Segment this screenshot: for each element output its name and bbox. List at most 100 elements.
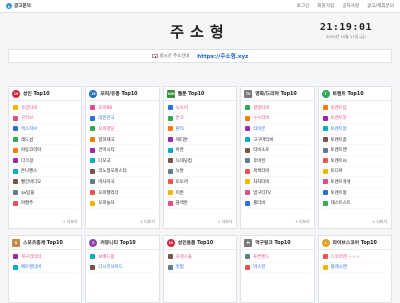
site-list-item[interactable]: 토렌트좀 xyxy=(322,135,387,146)
site-name: 뉴튠 xyxy=(175,169,184,175)
site-list-item[interactable]: 테스트스트 xyxy=(322,198,387,209)
site-list-item[interactable]: 툰코 xyxy=(167,114,233,125)
card-header[interactable]: T 토렌트 Top10 xyxy=(318,87,391,101)
site-list-item[interactable]: 아툰 xyxy=(167,145,233,156)
site-list-item[interactable]: 마사지국 xyxy=(90,177,155,188)
more-link[interactable]: + 더보기 xyxy=(164,219,236,228)
site-list-item[interactable]: 룰티비 xyxy=(245,198,310,209)
site-list-item[interactable]: 다크걸 xyxy=(13,156,78,167)
site-list-item[interactable]: 티비몬 xyxy=(245,124,310,135)
site-list-item[interactable]: 토렌트봇 xyxy=(322,114,387,125)
site-list-item[interactable]: 차차티비 xyxy=(245,177,310,188)
signup-link[interactable]: 회원가입 xyxy=(317,3,334,9)
site-list-item[interactable]: 토디아 xyxy=(322,167,387,178)
site-favicon-icon xyxy=(245,254,251,260)
site-favicon-icon xyxy=(13,264,18,270)
site-favicon-icon xyxy=(13,179,18,185)
site-list-item[interactable]: 토토끼 xyxy=(167,177,233,188)
site-list-item[interactable]: 배트맨티비 xyxy=(13,263,78,274)
site-list-item[interactable]: 토렌트알 xyxy=(322,124,387,135)
site-list-item[interactable]: 블랙툰 xyxy=(167,198,233,209)
site-list-item[interactable]: 목록티비 xyxy=(245,167,310,178)
site-list-item[interactable]: 제티툰 xyxy=(167,135,233,146)
site-list-item[interactable]: 건마시티 xyxy=(90,145,155,156)
site-list-item[interactable]: 보배드림 xyxy=(90,252,155,263)
site-list-item[interactable]: 토렌트씨 xyxy=(322,156,387,167)
site-list-item[interactable]: 개구리티비 xyxy=(13,252,78,263)
site-name: 토토끼 xyxy=(175,179,188,185)
site-list-item[interactable]: 야동코리아 xyxy=(13,145,78,156)
site-list-item[interactable]: 누누티비 xyxy=(245,114,310,125)
site-list-item[interactable]: 마스킹 xyxy=(245,263,310,274)
card-title: 커뮤니티 Top10 xyxy=(100,241,136,246)
site-list-item[interactable]: 디시인사이드 xyxy=(90,263,155,274)
login-link[interactable]: 로그인 xyxy=(297,3,310,9)
site-list-item[interactable]: 스코어맨 ☆☆☆ xyxy=(322,252,387,263)
site-favicon-icon xyxy=(13,190,18,196)
site-favicon-icon xyxy=(322,158,328,164)
site-list-item[interactable]: 조빙티비 xyxy=(13,103,78,114)
send-icon: ➤ xyxy=(6,3,12,9)
more-link[interactable]: + 더보기 xyxy=(241,219,313,228)
more-link[interactable]: + 더보기 xyxy=(9,219,81,228)
site-list-item[interactable]: 오피명당 xyxy=(90,124,155,135)
site-list-item[interactable]: 뉴튠 xyxy=(167,167,233,178)
site-list-item[interactable]: 맛팝 xyxy=(167,263,233,274)
site-list-item[interactable]: 레드섬 xyxy=(13,135,78,146)
card-header[interactable]: C 커뮤니티 Top10 xyxy=(86,236,159,250)
site-list-item[interactable]: 플래시맨 xyxy=(322,263,387,274)
site-list-item[interactable]: 다모국 xyxy=(90,156,155,167)
site-list-item[interactable]: 대한민국 xyxy=(90,114,155,125)
site-list-item[interactable]: 토렌트왕 xyxy=(322,188,387,199)
site-list-item[interactable]: 꾸러브 xyxy=(13,114,78,125)
site-list-item[interactable]: 늑대닷컴 xyxy=(167,156,233,167)
site-list-item[interactable]: 야짤주 xyxy=(13,198,78,209)
card-header[interactable]: S 스포츠중계 Top10 xyxy=(9,236,82,250)
partnership-link[interactable]: 광고/제휴문의 xyxy=(367,3,394,9)
site-name: 개구리티비 xyxy=(21,254,42,260)
site-name: 오피명당 xyxy=(98,126,115,132)
site-list-item[interactable]: 맥스허브 xyxy=(13,124,78,135)
site-list-item[interactable]: 티비소프 xyxy=(245,145,310,156)
card-header[interactable]: L 라이브스코어 Top10 xyxy=(318,236,391,250)
category-grid: 19 성인 Top10 조빙티비 꾸러브 맥스허브 레드섬야동코리아다크걸온나펜스 빨간비디… xyxy=(8,86,392,303)
site-name: 야동코리아 xyxy=(21,148,42,154)
site-list-item[interactable]: 리노얼오피스타 xyxy=(90,167,155,178)
more-link[interactable]: + 더보기 xyxy=(86,219,158,228)
site-favicon-icon xyxy=(322,179,328,185)
site-favicon-icon xyxy=(322,137,328,143)
site-list-item[interactable]: 뉴토끼 xyxy=(167,103,233,114)
card-header[interactable]: 19 오피/유흥 Top10 xyxy=(86,87,159,101)
category-badge-icon: 19 xyxy=(89,89,98,98)
card-header[interactable]: TV 영화/드라마 Top10 xyxy=(241,87,314,101)
site-list-item[interactable]: 오피헬리더 xyxy=(90,188,155,199)
card-header[interactable]: 19 성인용품 Top10 xyxy=(163,236,237,250)
site-list-item[interactable]: 고구마티비 xyxy=(245,135,310,146)
notice-link[interactable]: 공지사항 xyxy=(342,3,359,9)
ad-inquiry-link[interactable]: ➤ 광고문의 xyxy=(6,3,31,9)
site-list-item[interactable]: 오피88 xyxy=(90,103,155,114)
site-list-item[interactable]: 판타 xyxy=(167,124,233,135)
site-list-item[interactable]: 후비킹 xyxy=(245,156,310,167)
site-list-item[interactable]: 빨간비디오 xyxy=(13,177,78,188)
site-list-item[interactable]: 프렌스돌 xyxy=(167,252,233,263)
site-name: 다크걸 xyxy=(21,158,34,164)
site-list-item[interactable]: 푸른밴드 xyxy=(245,252,310,263)
card-header[interactable]: 19 성인 Top10 xyxy=(9,87,82,101)
site-favicon-icon xyxy=(167,190,173,196)
site-list-item[interactable]: 토렌트탑 xyxy=(322,103,387,114)
site-list-item[interactable]: 토렌트맨 xyxy=(322,145,387,156)
address-url[interactable]: https://주소형.xyz xyxy=(197,52,248,60)
site-list-item[interactable]: 청명티비 xyxy=(245,103,310,114)
card-header[interactable]: TOON 웹툰 Top10 xyxy=(163,87,237,101)
site-list-item[interactable]: 온나펜스 xyxy=(13,167,78,178)
card-title: 먹구링크 Top10 xyxy=(255,241,291,246)
site-list-item[interactable]: 오피놀자 xyxy=(90,198,155,209)
site-list-item[interactable]: 밤구티TV xyxy=(245,188,310,199)
card-header[interactable]: M 먹구링크 Top10 xyxy=(241,236,314,250)
site-list-item[interactable]: 밤의제국 xyxy=(90,135,155,146)
more-link[interactable]: + 더보기 xyxy=(319,219,391,228)
site-list-item[interactable]: 미툰 xyxy=(167,188,233,199)
site-list-item[interactable]: av탑플 xyxy=(13,188,78,199)
site-list-item[interactable]: 토렌트큐큐 xyxy=(322,177,387,188)
